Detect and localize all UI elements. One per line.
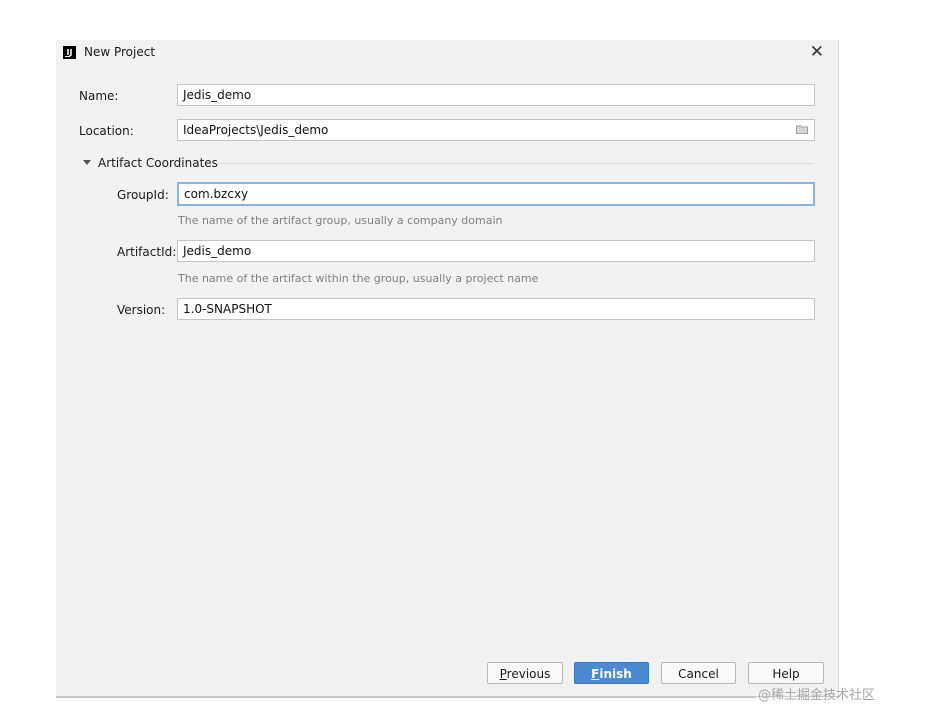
name-label: Name: <box>79 89 119 103</box>
new-project-dialog: IJ New Project ✕ Name: Jedis_demo Locati… <box>56 40 839 697</box>
watermark: @稀土掘金技术社区 <box>758 688 876 703</box>
previous-mnemonic: P <box>499 667 507 681</box>
folder-icon[interactable] <box>796 125 808 134</box>
location-value: IdeaProjects\Jedis_demo <box>183 123 329 137</box>
artifact-coordinates-header[interactable]: Artifact Coordinates <box>98 156 218 170</box>
location-label: Location: <box>79 124 134 138</box>
location-field[interactable]: IdeaProjects\Jedis_demo <box>177 119 815 141</box>
page: IJ New Project ✕ Name: Jedis_demo Locati… <box>0 0 928 710</box>
artifactid-hint: The name of the artifact within the grou… <box>178 272 539 285</box>
section-divider <box>216 163 814 164</box>
title-bar: IJ New Project ✕ <box>56 40 838 66</box>
close-icon[interactable]: ✕ <box>810 42 824 62</box>
artifactid-field[interactable]: Jedis_demo <box>177 240 815 262</box>
name-field[interactable]: Jedis_demo <box>177 84 815 106</box>
dialog-title: New Project <box>84 45 156 59</box>
collapse-arrow-icon[interactable] <box>83 160 91 165</box>
version-label: Version: <box>117 303 166 317</box>
previous-button[interactable]: Previous <box>487 662 563 684</box>
cancel-button[interactable]: Cancel <box>661 662 736 684</box>
groupid-field[interactable]: com.bzcxy <box>177 182 815 206</box>
version-field[interactable]: 1.0-SNAPSHOT <box>177 298 815 320</box>
intellij-idea-icon: IJ <box>63 46 76 59</box>
finish-label: inish <box>599 667 632 681</box>
dialog-bottom-border <box>56 697 756 698</box>
groupid-label: GroupId: <box>117 188 169 202</box>
help-button[interactable]: Help <box>748 662 824 684</box>
artifactid-label: ArtifactId: <box>117 245 177 259</box>
previous-label: revious <box>506 667 551 681</box>
groupid-hint: The name of the artifact group, usually … <box>178 214 503 227</box>
finish-button[interactable]: Finish <box>574 662 649 684</box>
